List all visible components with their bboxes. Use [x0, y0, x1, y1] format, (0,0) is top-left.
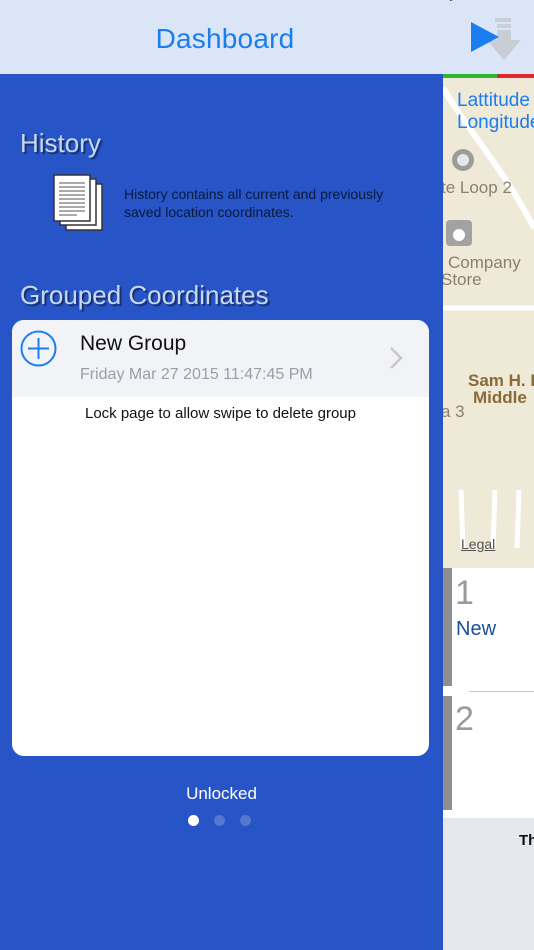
list-item-marker — [443, 696, 452, 810]
page-indicator[interactable] — [188, 815, 251, 826]
main-toolbar — [443, 0, 534, 74]
drawer-title: Dashboard — [155, 23, 295, 54]
list-item-number: 1 — [455, 574, 474, 612]
list-divider — [469, 691, 534, 692]
add-circle-icon[interactable] — [20, 330, 57, 367]
longitude-label: Longitude — [457, 112, 534, 133]
group-name: New Group — [80, 332, 187, 355]
legal-link[interactable]: Legal — [461, 536, 495, 552]
bottom-bar-text: Th — [519, 832, 534, 849]
history-button[interactable]: History contains all current and previou… — [52, 174, 424, 232]
map-label-store: Store — [443, 270, 482, 289]
grouped-coordinates-heading: Grouped Coordinates — [20, 280, 269, 310]
history-description: History contains all current and previou… — [124, 186, 384, 220]
bottom-bar: Th — [443, 818, 534, 950]
main-view: Lattitude Longitude te Loop 2 Company St… — [443, 0, 534, 950]
page-dot[interactable] — [240, 815, 251, 826]
apple-store-icon — [446, 220, 472, 246]
lock-instruction: Lock page to allow swipe to delete group — [84, 405, 356, 422]
latitude-label: Lattitude — [457, 90, 530, 111]
document-icon — [53, 174, 103, 231]
map-label-loop: te Loop 2 — [443, 178, 512, 197]
page-dot[interactable] — [188, 815, 199, 826]
page-dot[interactable] — [214, 815, 225, 826]
drawer-header: Dashboard — [0, 0, 450, 74]
group-date: Friday Mar 27 2015 11:47:45 PM — [80, 366, 313, 383]
lock-status-toggle[interactable]: Unlocked — [0, 784, 443, 804]
dashboard-drawer: Dashboard History History contains all c… — [0, 0, 450, 950]
map-label-a3: a 3 — [443, 402, 465, 421]
group-list-card: New Group Friday Mar 27 2015 11:47:45 PM… — [12, 320, 429, 756]
map-pin-icon — [452, 149, 474, 171]
map-label-middle: Middle — [473, 388, 527, 407]
history-heading: History — [20, 128, 101, 158]
list-item-title[interactable]: New — [456, 618, 496, 641]
group-row[interactable]: New Group Friday Mar 27 2015 11:47:45 PM — [12, 320, 429, 397]
list-item-number: 2 — [455, 700, 474, 738]
coordinate-list: 1 New 2 — [443, 568, 534, 818]
chevron-right-icon — [390, 347, 403, 369]
play-download-icon[interactable] — [469, 18, 529, 64]
map-view[interactable]: Lattitude Longitude te Loop 2 Company St… — [443, 78, 534, 568]
list-item-marker — [443, 568, 452, 686]
